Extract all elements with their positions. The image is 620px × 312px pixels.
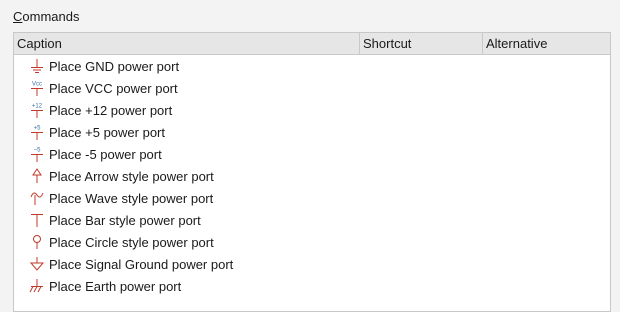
list-item-caption: Place -5 power port: [49, 146, 162, 162]
wave-power-port-icon: [29, 190, 45, 206]
commands-label-accelerator: C: [13, 9, 23, 24]
list-item-caption: Place +12 power port: [49, 102, 173, 118]
list-item[interactable]: Place Wave style power port: [14, 187, 610, 209]
list-item[interactable]: Place Circle style power port: [14, 231, 610, 253]
list-item-caption: Place Wave style power port: [49, 190, 214, 206]
plus12-icon-text: +12: [32, 104, 43, 110]
plus5-icon-text: +5: [34, 126, 42, 132]
list-item[interactable]: −5 Place -5 power port: [14, 143, 610, 165]
vcc-icon-text: Vcc: [32, 82, 42, 88]
column-header-alternative[interactable]: Alternative: [483, 33, 611, 54]
list-item-caption: Place GND power port: [49, 58, 180, 74]
list-item[interactable]: +12 Place +12 power port: [14, 99, 610, 121]
list-item[interactable]: +5 Place +5 power port: [14, 121, 610, 143]
list-item[interactable]: Place Earth power port: [14, 275, 610, 297]
column-header-shortcut[interactable]: Shortcut: [360, 33, 483, 54]
column-header-caption[interactable]: Caption: [14, 33, 360, 54]
list-item[interactable]: Place Bar style power port: [14, 209, 610, 231]
minus5-power-port-icon: −5: [29, 146, 45, 162]
list-item[interactable]: Place Signal Ground power port: [14, 253, 610, 275]
list-item[interactable]: Place GND power port: [14, 55, 610, 77]
commands-list[interactable]: Caption Shortcut Alternative Place GND p…: [13, 32, 611, 312]
list-header: Caption Shortcut Alternative: [14, 33, 610, 55]
bar-power-port-icon: [29, 212, 45, 228]
earth-power-port-icon: [29, 278, 45, 294]
commands-label-text: ommands: [22, 9, 80, 24]
list-item[interactable]: Place Arrow style power port: [14, 165, 610, 187]
minus5-icon-text: −5: [34, 148, 42, 154]
plus12-power-port-icon: +12: [29, 102, 45, 118]
list-item-caption: Place Circle style power port: [49, 234, 214, 250]
list-item-caption: Place Bar style power port: [49, 212, 201, 228]
list-item-caption: Place Arrow style power port: [49, 168, 214, 184]
circle-power-port-icon: [29, 234, 45, 250]
list-item-caption: Place VCC power port: [49, 80, 178, 96]
list-item[interactable]: Vcc Place VCC power port: [14, 77, 610, 99]
arrow-power-port-icon: [29, 168, 45, 184]
vcc-power-port-icon: Vcc: [29, 80, 45, 96]
signal-ground-power-port-icon: [29, 256, 45, 272]
list-item-caption: Place Signal Ground power port: [49, 256, 234, 272]
list-item-caption: Place Earth power port: [49, 278, 182, 294]
list-rows: Place GND power port Vcc Place VCC power…: [14, 55, 610, 311]
commands-group-label: Commands: [13, 9, 79, 24]
gnd-power-port-icon: [29, 58, 45, 74]
plus5-power-port-icon: +5: [29, 124, 45, 140]
list-item-caption: Place +5 power port: [49, 124, 165, 140]
